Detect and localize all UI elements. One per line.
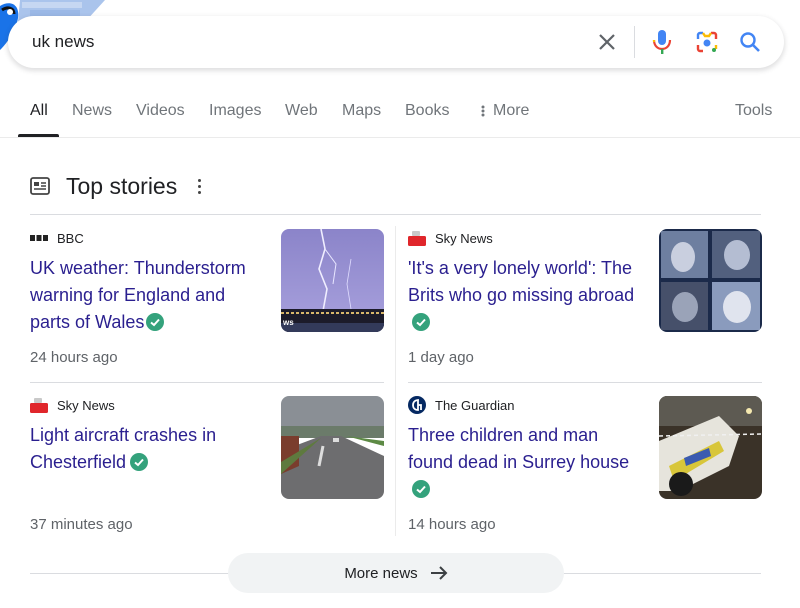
sky-news-logo-icon — [30, 397, 48, 413]
tab-more-label: More — [493, 102, 530, 119]
search-divider — [634, 26, 635, 58]
verified-icon — [412, 313, 430, 331]
more-news-button[interactable]: More news — [228, 553, 564, 593]
tab-maps[interactable]: Maps — [342, 102, 381, 120]
story-source: Sky News — [408, 229, 493, 247]
newspaper-icon — [30, 177, 50, 195]
clear-icon[interactable] — [593, 28, 621, 56]
story-source: Sky News — [30, 396, 115, 414]
kebab-icon — [481, 105, 485, 117]
story-card[interactable]: BBC UK weather: Thunderstorm warning for… — [30, 229, 384, 381]
active-tab-indicator — [18, 134, 59, 137]
story-time: 37 minutes ago — [30, 516, 133, 533]
bbc-logo-icon — [30, 230, 48, 246]
story-card[interactable]: Sky News Light aircraft crashes in Chest… — [30, 396, 384, 548]
headline-text[interactable]: UK weather: Thunderstorm warning for Eng… — [30, 258, 246, 332]
story-headline[interactable]: 'It's a very lonely world': The Brits wh… — [408, 255, 643, 336]
tab-books[interactable]: Books — [405, 102, 449, 120]
more-options-icon[interactable] — [195, 178, 203, 194]
divider — [30, 382, 384, 383]
arrow-right-icon — [430, 566, 448, 580]
headline-text[interactable]: Three children and man found dead in Sur… — [408, 425, 629, 472]
source-name: The Guardian — [435, 397, 515, 413]
tab-all[interactable]: All — [30, 102, 48, 120]
story-thumbnail[interactable]: ws — [281, 229, 384, 332]
source-name: BBC — [57, 230, 84, 246]
story-time: 14 hours ago — [408, 516, 496, 533]
verified-icon — [130, 453, 149, 471]
tools-button[interactable]: Tools — [735, 102, 772, 120]
guardian-logo-icon — [408, 396, 426, 414]
tab-images[interactable]: Images — [209, 102, 261, 120]
story-card[interactable]: The Guardian Three children and man foun… — [408, 396, 762, 548]
headline-text[interactable]: 'It's a very lonely world': The Brits wh… — [408, 258, 634, 305]
story-headline[interactable]: Light aircraft crashes in Chesterfield — [30, 422, 265, 476]
sky-news-logo-icon — [408, 230, 426, 246]
voice-search-icon[interactable] — [648, 28, 676, 56]
verified-icon — [146, 313, 165, 331]
top-stories-header: Top stories — [30, 170, 203, 202]
lens-icon[interactable] — [693, 28, 721, 56]
more-news-label: More news — [344, 564, 418, 582]
search-input[interactable]: uk news — [32, 16, 94, 68]
search-tabs: All News Videos Images Web Maps Books Mo… — [0, 92, 800, 138]
story-source: BBC — [30, 229, 84, 247]
search-icon[interactable] — [736, 28, 764, 56]
story-headline[interactable]: UK weather: Thunderstorm warning for Eng… — [30, 255, 265, 336]
story-time: 24 hours ago — [30, 349, 118, 366]
divider — [408, 382, 762, 383]
svg-text:ws: ws — [282, 318, 294, 327]
verified-icon — [412, 480, 430, 498]
search-bar[interactable]: uk news — [8, 16, 784, 68]
source-name: Sky News — [57, 397, 115, 413]
tab-videos[interactable]: Videos — [136, 102, 185, 120]
tab-news[interactable]: News — [72, 102, 112, 120]
story-card[interactable]: Sky News 'It's a very lonely world': The… — [408, 229, 762, 381]
story-thumbnail[interactable] — [659, 229, 762, 332]
story-thumbnail[interactable] — [281, 396, 384, 499]
story-headline[interactable]: Three children and man found dead in Sur… — [408, 422, 643, 503]
story-thumbnail[interactable] — [659, 396, 762, 499]
tab-more[interactable]: More — [479, 102, 529, 120]
tab-web[interactable]: Web — [285, 102, 318, 120]
headline-text[interactable]: Light aircraft crashes in Chesterfield — [30, 425, 216, 472]
story-time: 1 day ago — [408, 349, 474, 366]
column-divider — [395, 226, 396, 536]
story-source: The Guardian — [408, 396, 515, 414]
divider — [30, 214, 761, 215]
source-name: Sky News — [435, 230, 493, 246]
top-stories-title: Top stories — [66, 172, 178, 199]
